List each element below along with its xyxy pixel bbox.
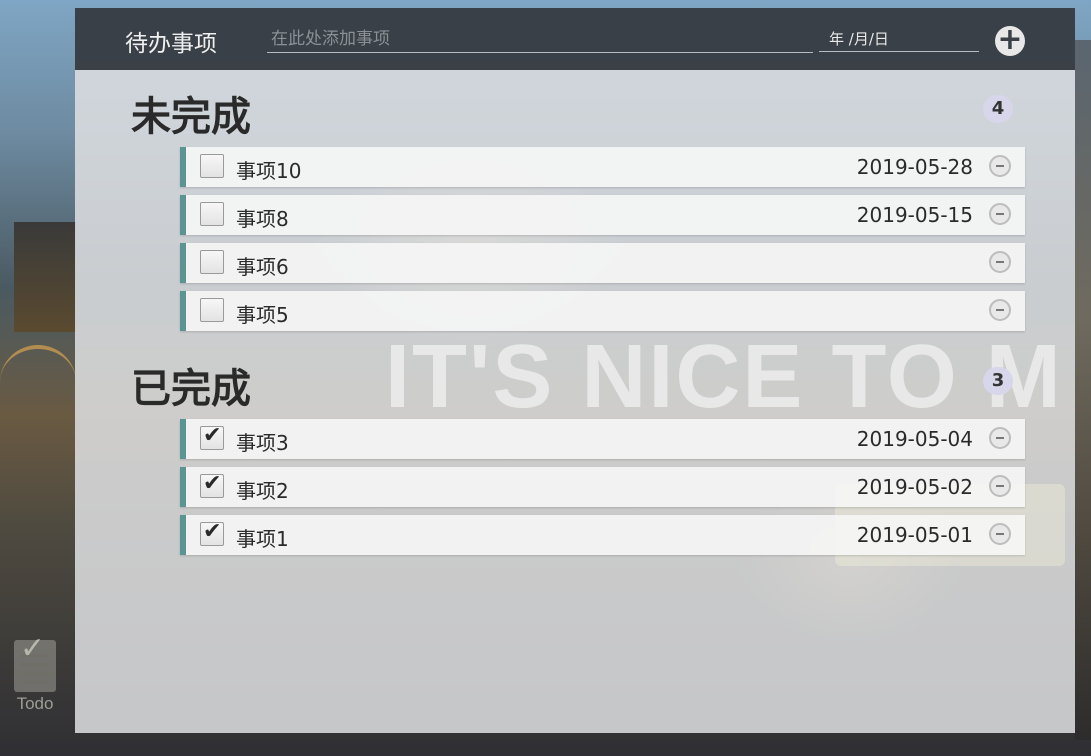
add-item-input[interactable] bbox=[267, 26, 813, 53]
item-checkbox[interactable] bbox=[200, 154, 224, 178]
plus-icon: + bbox=[997, 22, 1023, 57]
todo-panel: 待办事项 年 /月/日 + IT'S NICE TO M 未完成 4 事项10 … bbox=[75, 8, 1075, 733]
item-name: 事项10 bbox=[236, 159, 302, 183]
item-checkbox-checked[interactable]: ✔ bbox=[200, 471, 224, 498]
list-item[interactable]: 事项8 2019-05-15 bbox=[180, 195, 1025, 235]
done-count-badge: 3 bbox=[983, 367, 1013, 395]
item-name: 事项6 bbox=[236, 255, 289, 279]
item-checkbox[interactable] bbox=[200, 298, 224, 322]
checkmark-icon: ✔ bbox=[203, 519, 222, 544]
list-item[interactable]: 事项6 bbox=[180, 243, 1025, 283]
pending-section-title: 未完成 bbox=[131, 94, 251, 140]
delete-icon[interactable] bbox=[989, 299, 1011, 321]
item-date: 2019-05-28 bbox=[856, 155, 973, 179]
checkmark-icon: ✔ bbox=[203, 471, 222, 496]
item-name: 事项8 bbox=[236, 207, 289, 231]
item-checkbox-checked[interactable]: ✔ bbox=[200, 423, 224, 450]
list-item[interactable]: 事项10 2019-05-28 bbox=[180, 147, 1025, 187]
app-title: 待办事项 bbox=[125, 31, 217, 57]
date-picker[interactable]: 年 /月/日 bbox=[819, 26, 979, 52]
list-item[interactable]: ✔ 事项2 2019-05-02 bbox=[180, 467, 1025, 507]
item-name: 事项1 bbox=[236, 527, 289, 551]
delete-icon[interactable] bbox=[989, 475, 1011, 497]
add-button[interactable]: + bbox=[995, 25, 1025, 56]
delete-icon[interactable] bbox=[989, 523, 1011, 545]
pending-count-badge: 4 bbox=[983, 95, 1013, 123]
background-bridge bbox=[0, 345, 76, 419]
delete-icon[interactable] bbox=[989, 251, 1011, 273]
delete-icon[interactable] bbox=[989, 203, 1011, 225]
item-checkbox[interactable] bbox=[200, 250, 224, 274]
pending-list: 事项10 2019-05-28 事项8 2019-05-15 事项6 事项5 bbox=[180, 147, 1025, 339]
todo-app-icon[interactable]: ✓ Todo bbox=[12, 634, 58, 722]
item-name: 事项2 bbox=[236, 479, 289, 503]
item-checkbox-checked[interactable]: ✔ bbox=[200, 519, 224, 546]
checkmark-icon: ✔ bbox=[203, 423, 222, 448]
delete-icon[interactable] bbox=[989, 427, 1011, 449]
list-item[interactable]: ✔ 事项3 2019-05-04 bbox=[180, 419, 1025, 459]
todo-app-label: Todo bbox=[16, 694, 54, 713]
checklist-icon: ✓ bbox=[14, 634, 56, 692]
item-date: 2019-05-01 bbox=[856, 523, 973, 547]
list-item[interactable]: ✔ 事项1 2019-05-01 bbox=[180, 515, 1025, 555]
background-building bbox=[14, 222, 76, 332]
done-list: ✔ 事项3 2019-05-04 ✔ 事项2 2019-05-02 ✔ 事项1 … bbox=[180, 419, 1025, 563]
item-name: 事项3 bbox=[236, 431, 289, 455]
done-section-title: 已完成 bbox=[131, 366, 251, 412]
list-item[interactable]: 事项5 bbox=[180, 291, 1025, 331]
item-date: 2019-05-02 bbox=[856, 475, 973, 499]
item-name: 事项5 bbox=[236, 303, 289, 327]
item-date: 2019-05-15 bbox=[856, 203, 973, 227]
watermark-text: IT'S NICE TO M bbox=[385, 327, 1063, 427]
background-scenery bbox=[1075, 40, 1091, 740]
delete-icon[interactable] bbox=[989, 155, 1011, 177]
header-bar: 待办事项 年 /月/日 + bbox=[75, 8, 1075, 70]
item-date: 2019-05-04 bbox=[856, 427, 973, 451]
item-checkbox[interactable] bbox=[200, 202, 224, 226]
